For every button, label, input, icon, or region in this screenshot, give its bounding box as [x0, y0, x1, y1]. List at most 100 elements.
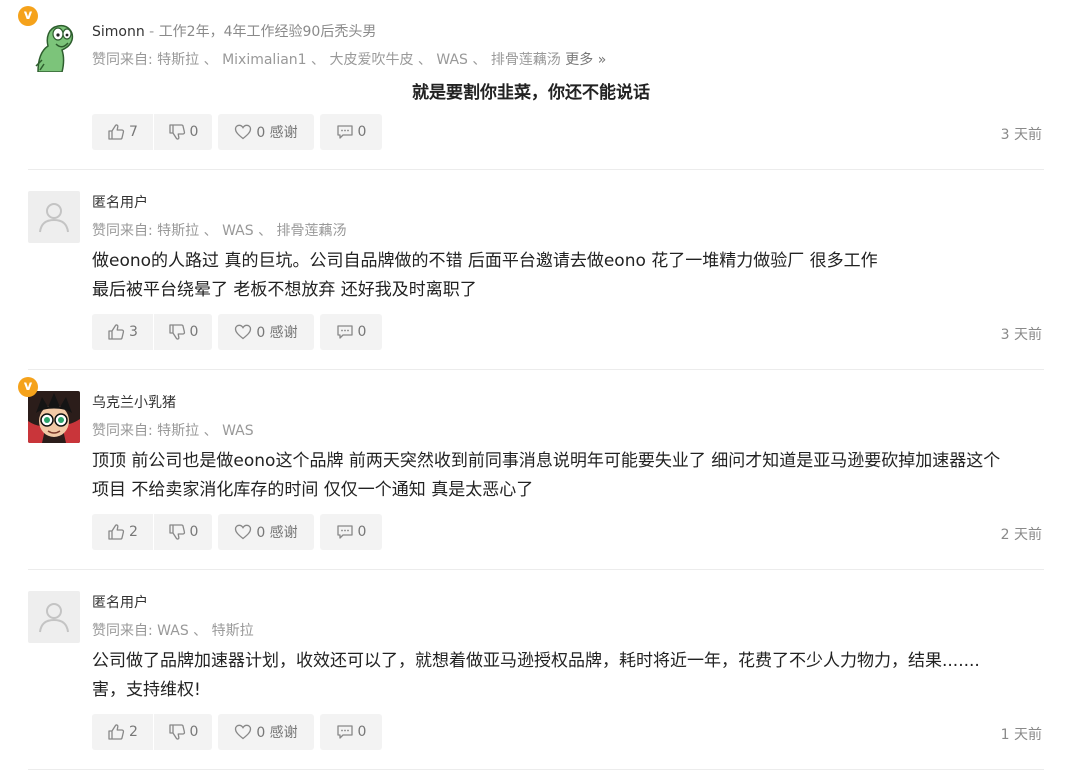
comment-icon	[336, 725, 353, 739]
comment-body-line: 顶顶 前公司也是做eono这个品牌 前两天突然收到前同事消息说明年可能要失业了 …	[92, 451, 1001, 471]
dislike-count: 0	[189, 724, 199, 740]
dislike-count: 0	[189, 124, 199, 140]
comment-body: 就是要割你韭菜，你还不能说话	[412, 83, 650, 103]
like-button[interactable]: 2	[92, 514, 154, 550]
thumbs-up-icon	[108, 524, 125, 540]
author-name[interactable]: 匿名用户	[92, 595, 148, 611]
author-name[interactable]: Simonn	[92, 24, 145, 40]
dislike-count: 0	[189, 324, 199, 340]
heart-icon	[235, 124, 252, 140]
reply-count: 0	[357, 124, 367, 140]
author-line: Simonn - 工作2年，4年工作经验90后秃头男	[92, 21, 376, 41]
like-count: 2	[129, 524, 138, 540]
author-separator: -	[144, 24, 159, 40]
thanks-button[interactable]: 0 感谢	[218, 714, 314, 750]
avatar[interactable]	[28, 591, 80, 643]
thanks-button[interactable]: 0 感谢	[218, 514, 314, 550]
vote-group: 3 0	[92, 314, 212, 350]
agree-prefix: 赞同来自:	[92, 223, 158, 239]
divider	[28, 369, 1044, 370]
author-bio: 工作2年，4年工作经验90后秃头男	[158, 24, 377, 40]
like-button[interactable]: 7	[92, 114, 154, 150]
like-button[interactable]: 2	[92, 714, 154, 750]
agree-users[interactable]: WAS 、 特斯拉	[157, 623, 253, 639]
verified-badge-icon: v	[18, 377, 38, 397]
comment-body: 公司做了品牌加速器计划，收效还可以了，就想着做亚马逊授权品牌，耗时将近一年，花费…	[92, 647, 1052, 705]
reply-button[interactable]: 0	[320, 714, 382, 750]
heart-icon	[235, 724, 252, 740]
thanks-button[interactable]: 0 感谢	[218, 114, 314, 150]
thumbs-down-icon	[168, 524, 185, 540]
comment-body-line: 做eono的人路过 真的巨坑。公司自品牌做的不错 后面平台邀请去做eono 花了…	[92, 251, 878, 271]
comment-actions: 7 0 0 感谢 0	[92, 114, 382, 150]
thumbs-down-icon	[168, 124, 185, 140]
dislike-button[interactable]: 0	[154, 114, 212, 150]
comment-icon	[336, 325, 353, 339]
thumbs-up-icon	[108, 124, 125, 140]
thanks-label: 0 感谢	[256, 325, 298, 341]
dislike-button[interactable]: 0	[154, 514, 212, 550]
like-count: 2	[129, 724, 138, 740]
thanks-button[interactable]: 0 感谢	[218, 314, 314, 350]
comment-time: 3 天前	[1000, 127, 1042, 143]
author-line: 乌克兰小乳猪	[92, 392, 176, 412]
avatar[interactable]	[28, 391, 80, 443]
like-count: 7	[129, 124, 138, 140]
agree-prefix: 赞同来自:	[92, 423, 158, 439]
comment-actions: 3 0 0 感谢 0	[92, 314, 382, 350]
verified-badge-icon: v	[18, 6, 38, 26]
reply-count: 0	[357, 524, 367, 540]
comment-time: 2 天前	[1000, 527, 1042, 543]
comment-time: 1 天前	[1000, 727, 1042, 743]
thumbs-up-icon	[108, 724, 125, 740]
vote-group: 2 0	[92, 714, 212, 750]
thumbs-up-icon	[108, 324, 125, 340]
like-count: 3	[129, 324, 138, 340]
reply-button[interactable]: 0	[320, 114, 382, 150]
agree-more-link[interactable]: 更多 »	[561, 52, 606, 68]
comment-body-line: 害，支持维权!	[92, 680, 201, 700]
agree-from-line: 赞同来自: 特斯拉 、 Miximalian1 、 大皮爱吹牛皮 、 WAS 、…	[92, 49, 606, 69]
thumbs-down-icon	[168, 324, 185, 340]
comment-icon	[336, 525, 353, 539]
author-name[interactable]: 乌克兰小乳猪	[92, 395, 176, 411]
agree-users[interactable]: 特斯拉 、 Miximalian1 、 大皮爱吹牛皮 、 WAS 、 排骨莲藕汤	[157, 52, 561, 68]
avatar[interactable]	[28, 20, 80, 72]
divider	[28, 769, 1044, 770]
reply-count: 0	[357, 724, 367, 740]
heart-icon	[235, 324, 252, 340]
dislike-button[interactable]: 0	[154, 314, 212, 350]
agree-from-line: 赞同来自: 特斯拉 、 WAS 、 排骨莲藕汤	[92, 220, 347, 240]
comment-time: 3 天前	[1000, 327, 1042, 343]
dislike-count: 0	[189, 524, 199, 540]
reply-button[interactable]: 0	[320, 314, 382, 350]
comment-body: 做eono的人路过 真的巨坑。公司自品牌做的不错 后面平台邀请去做eono 花了…	[92, 247, 1052, 305]
avatar[interactable]	[28, 191, 80, 243]
author-line: 匿名用户	[92, 192, 148, 212]
comment-icon	[336, 125, 353, 139]
heart-icon	[235, 524, 252, 540]
vote-group: 2 0	[92, 514, 212, 550]
agree-prefix: 赞同来自:	[92, 52, 158, 68]
reply-button[interactable]: 0	[320, 514, 382, 550]
thumbs-down-icon	[168, 724, 185, 740]
author-line: 匿名用户	[92, 592, 148, 612]
author-name[interactable]: 匿名用户	[92, 195, 148, 211]
reply-count: 0	[357, 324, 367, 340]
user-silhouette-icon	[39, 203, 69, 233]
agree-prefix: 赞同来自:	[92, 623, 158, 639]
comment-body-line: 最后被平台绕晕了 老板不想放弃 还好我及时离职了	[92, 280, 477, 300]
comment-body-line: 公司做了品牌加速器计划，收效还可以了，就想着做亚马逊授权品牌，耗时将近一年，花费…	[92, 651, 980, 671]
thanks-label: 0 感谢	[256, 725, 298, 741]
agree-from-line: 赞同来自: 特斯拉 、 WAS	[92, 420, 254, 440]
vote-group: 7 0	[92, 114, 212, 150]
comment-body: 顶顶 前公司也是做eono这个品牌 前两天突然收到前同事消息说明年可能要失业了 …	[92, 447, 1052, 505]
dislike-button[interactable]: 0	[154, 714, 212, 750]
divider	[28, 569, 1044, 570]
agree-users[interactable]: 特斯拉 、 WAS 、 排骨莲藕汤	[157, 223, 346, 239]
comment-feed: v Simonn - 工作2年，4年工作经验90后秃头男 赞同来自: 特斯拉 、…	[0, 0, 1080, 777]
comment-actions: 2 0 0 感谢 0	[92, 714, 382, 750]
like-button[interactable]: 3	[92, 314, 154, 350]
user-silhouette-icon	[39, 603, 69, 633]
agree-users[interactable]: 特斯拉 、 WAS	[157, 423, 253, 439]
